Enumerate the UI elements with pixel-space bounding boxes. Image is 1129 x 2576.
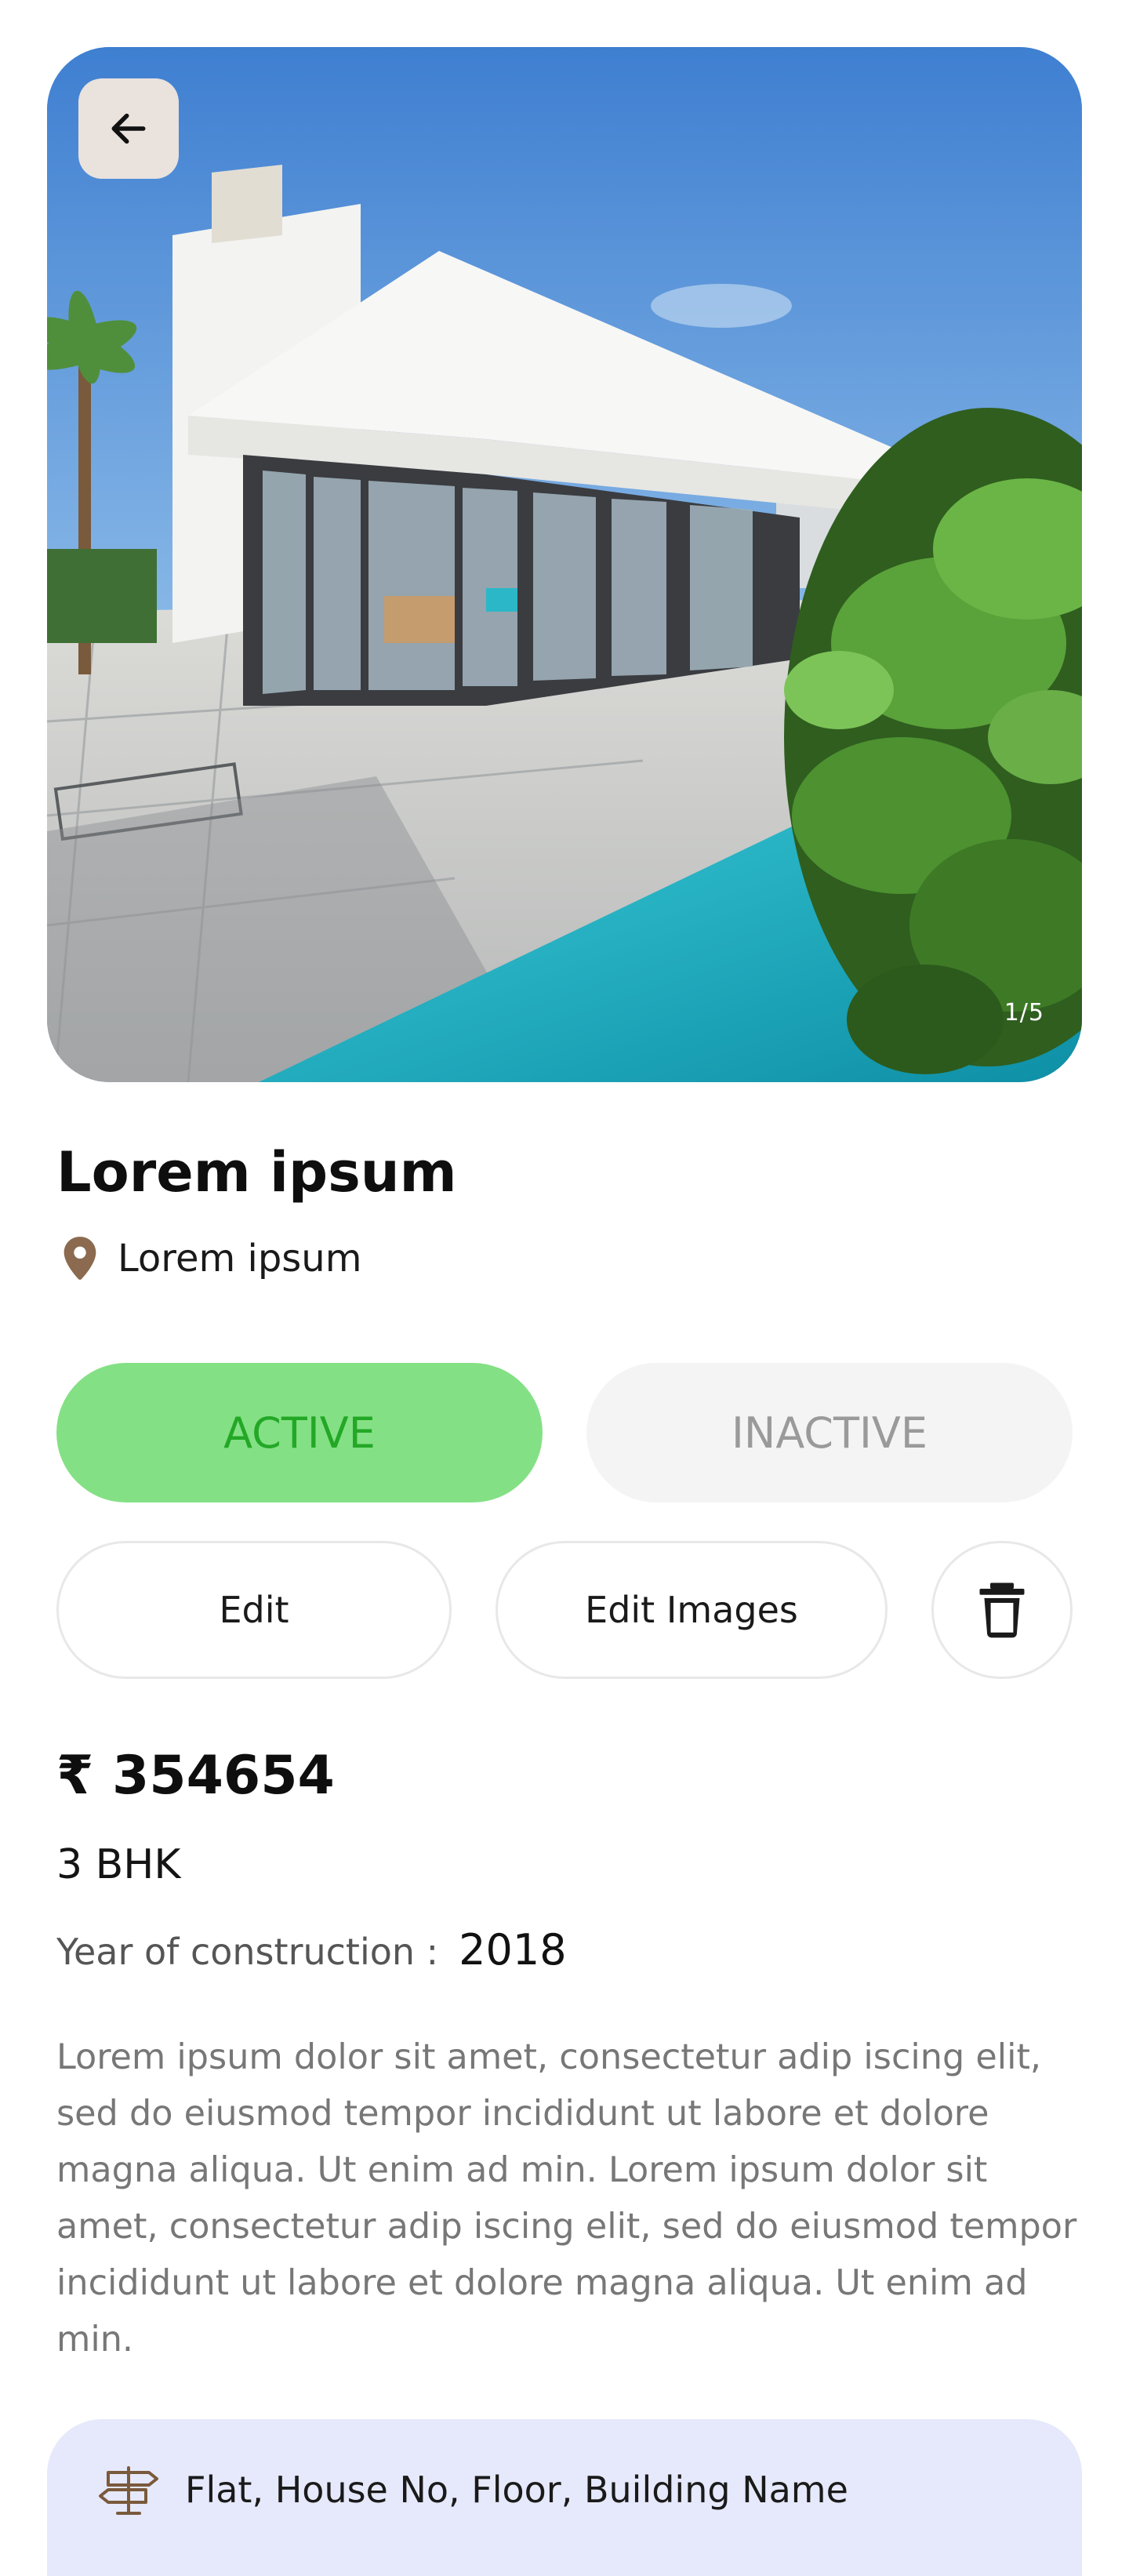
status-active-button[interactable]: ACTIVE <box>56 1363 543 1502</box>
listing-location: Lorem ipsum <box>60 1235 361 1282</box>
listing-description: Lorem ipsum dolor sit amet, consectetur … <box>56 2037 1077 2360</box>
year-label: Year of construction : <box>56 1931 439 1973</box>
arrow-left-icon <box>111 113 146 144</box>
villa-photo <box>47 47 1082 1082</box>
trash-icon <box>979 1582 1025 1638</box>
edit-button[interactable]: Edit <box>56 1541 452 1679</box>
back-button[interactable] <box>78 78 179 179</box>
signpost-icon <box>99 2466 158 2515</box>
delete-button[interactable] <box>931 1541 1073 1679</box>
year-of-construction: Year of construction : 2018 <box>56 1925 567 1975</box>
listing-title: Lorem ipsum <box>56 1140 457 1204</box>
property-image[interactable] <box>47 47 1082 1082</box>
location-label: Lorem ipsum <box>118 1237 362 1281</box>
image-counter: 1/5 <box>1004 999 1044 1026</box>
status-inactive-button[interactable]: INACTIVE <box>586 1363 1073 1502</box>
edit-images-button[interactable]: Edit Images <box>496 1541 888 1679</box>
map-pin-icon <box>64 1237 96 1281</box>
address-card[interactable]: Flat, House No, Floor, Building Name <box>47 2419 1082 2576</box>
address-row: Flat, House No, Floor, Building Name <box>96 2465 848 2515</box>
year-value: 2018 <box>459 1925 567 1975</box>
address-label: Flat, House No, Floor, Building Name <box>185 2469 848 2511</box>
listing-price: ₹ 354654 <box>56 1745 335 1807</box>
bhk-label: 3 BHK <box>56 1841 181 1888</box>
